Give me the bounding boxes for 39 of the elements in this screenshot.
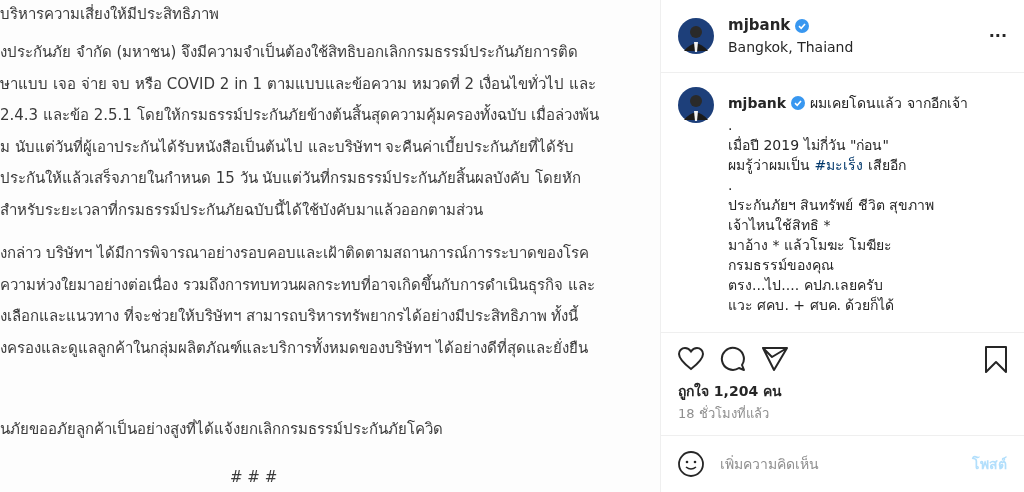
avatar-icon[interactable]: [678, 87, 714, 123]
caption-text: ผมเคยโดนแล้ว จากอีกเจ้า: [810, 93, 968, 113]
caption-line: ตรง...ไป.... คปภ.เลยครับ: [728, 276, 884, 295]
document-line: สำหรับระยะเวลาที่กรมธรรม์ประกันภัยฉบับนี้ได้ใช้บังคับมาแล้วออกตามส่วน: [0, 198, 483, 221]
document-line: นภัยขออภัยลูกค้าเป็นอย่างสูงที่ได้แจ้งยกเลิกกรมธรรม์ประกันภัยโควิด: [0, 418, 443, 440]
more-options-button[interactable]: ...: [988, 24, 1007, 48]
username-link[interactable]: mjbank: [728, 14, 791, 37]
avatar-icon[interactable]: [678, 18, 714, 54]
caption-line: .: [728, 116, 733, 135]
document-line: ม นับแต่วันที่ผู้เอาประกันได้รับหนังสือเป็นต้นไป และบริษัทฯ จะคืนค่าเบี้ยประกันภัยที่ได้รับ: [0, 135, 575, 158]
document-line: 2.4.3 และข้อ 2.5.1 โดยให้กรมธรรม์ประกันภัยข้างต้นสิ้นสุดความคุ้มครองทั้งฉบับ เมื่อล่วงพ้น: [0, 103, 600, 127]
document-line: งประกันภัย จำกัด (มหาชน) จึงมีความจำเป็นต้องใช้สิทธิบอกเลิกกรมธรรม์ประกันภัยการติด: [0, 41, 578, 63]
emoji-icon[interactable]: [678, 451, 704, 477]
caption-line: แวะ ศคบ. + ศบค. ด้วยก็ได้: [728, 295, 895, 315]
share-icon[interactable]: [762, 347, 788, 371]
document-line: งเลือกและแนวทาง ที่จะช่วยให้บริษัทฯ สามารถบริหารทรัพยากรได้อย่างมีประสิทธิภาพ ทั้งนี้: [0, 304, 579, 327]
location-link[interactable]: Bangkok, Thaiand: [728, 36, 854, 58]
comment-field[interactable]: เพิ่มความคิดเห็น: [720, 453, 956, 475]
comment-icon[interactable]: [720, 346, 746, 372]
end-mark: # # #: [230, 466, 278, 488]
likes-count[interactable]: ถูกใจ 1,204 คน: [678, 381, 783, 402]
caption-line: เมื่อปี 2019 ไม่กี่วัน "ก่อน": [728, 135, 889, 155]
document-line: งกล่าว บริษัทฯ ได้มีการพิจารณาอย่างรอบคอบและเฝ้าติดตามสถานการณ์การระบาดของโรค: [0, 243, 589, 264]
bookmark-icon[interactable]: [985, 345, 1007, 373]
document-line: ประกันให้แล้วเสร็จภายในกำหนด 15 วัน นับแต่วันที่กรมธรรม์ประกันภัยสิ้นผลบังคับ โดยหัก: [0, 166, 582, 189]
like-icon[interactable]: [678, 347, 704, 371]
document-heading: บริหารความเสี่ยงให้มีประสิทธิภาพ: [0, 3, 220, 25]
post-time: 18 ชั่วโมงที่แล้ว: [678, 404, 769, 423]
caption-line: ผมรู้ว่าผมเป็น #มะเร็ง เสียอีก: [728, 155, 906, 175]
caption-line: มาอ้าง * แล้วโมฆะ โมฆียะ: [728, 236, 893, 255]
document-line: ษาแบบ เจอ จ่าย จบ หรือ COVID 2 in 1 ตามแบบและข้อความ หมวดที่ 2 เงื่อนไขทั่วไป และ: [0, 73, 596, 95]
hashtag-link[interactable]: #มะเร็ง: [814, 157, 864, 173]
username-link[interactable]: mjbank: [728, 92, 787, 114]
caption-line: ประกันภัยฯ สินทรัพย์ ชีวิต สุขภาพ: [728, 196, 935, 215]
document-line: งครองและดูแลลูกค้าในกลุ่มผลิตภัณฑ์และบริการทั้งหมดของบริษัทฯ ได้อย่างดีที่สุดและยั่งยืน: [0, 336, 588, 360]
caption-line: กรมธรรม์ของคุณ: [728, 256, 834, 275]
caption-line: .: [728, 176, 733, 195]
caption-line: เจ้าไหนใช้สิทธิ *: [728, 216, 831, 235]
document-line: ความห่วงใยมาอย่างต่อเนื่อง รวมถึงการทบทวนผลกระทบที่อาจเกิดขึ้นกับการดำเนินธุรกิจ และ: [0, 273, 595, 297]
